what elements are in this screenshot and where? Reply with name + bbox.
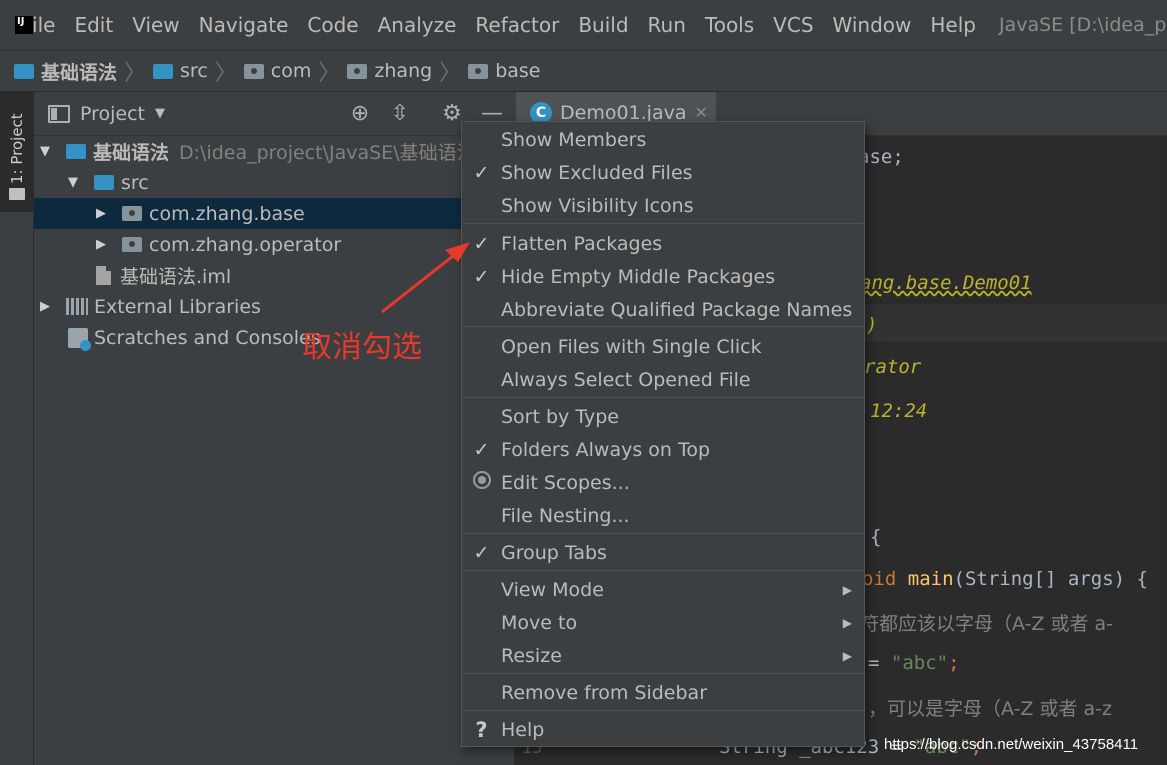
annotation-arrow-icon xyxy=(381,242,470,314)
annotation-label: 取消勾选 xyxy=(302,330,422,365)
watermark: https://blog.csdn.net/weixin_43758411 xyxy=(884,736,1139,753)
